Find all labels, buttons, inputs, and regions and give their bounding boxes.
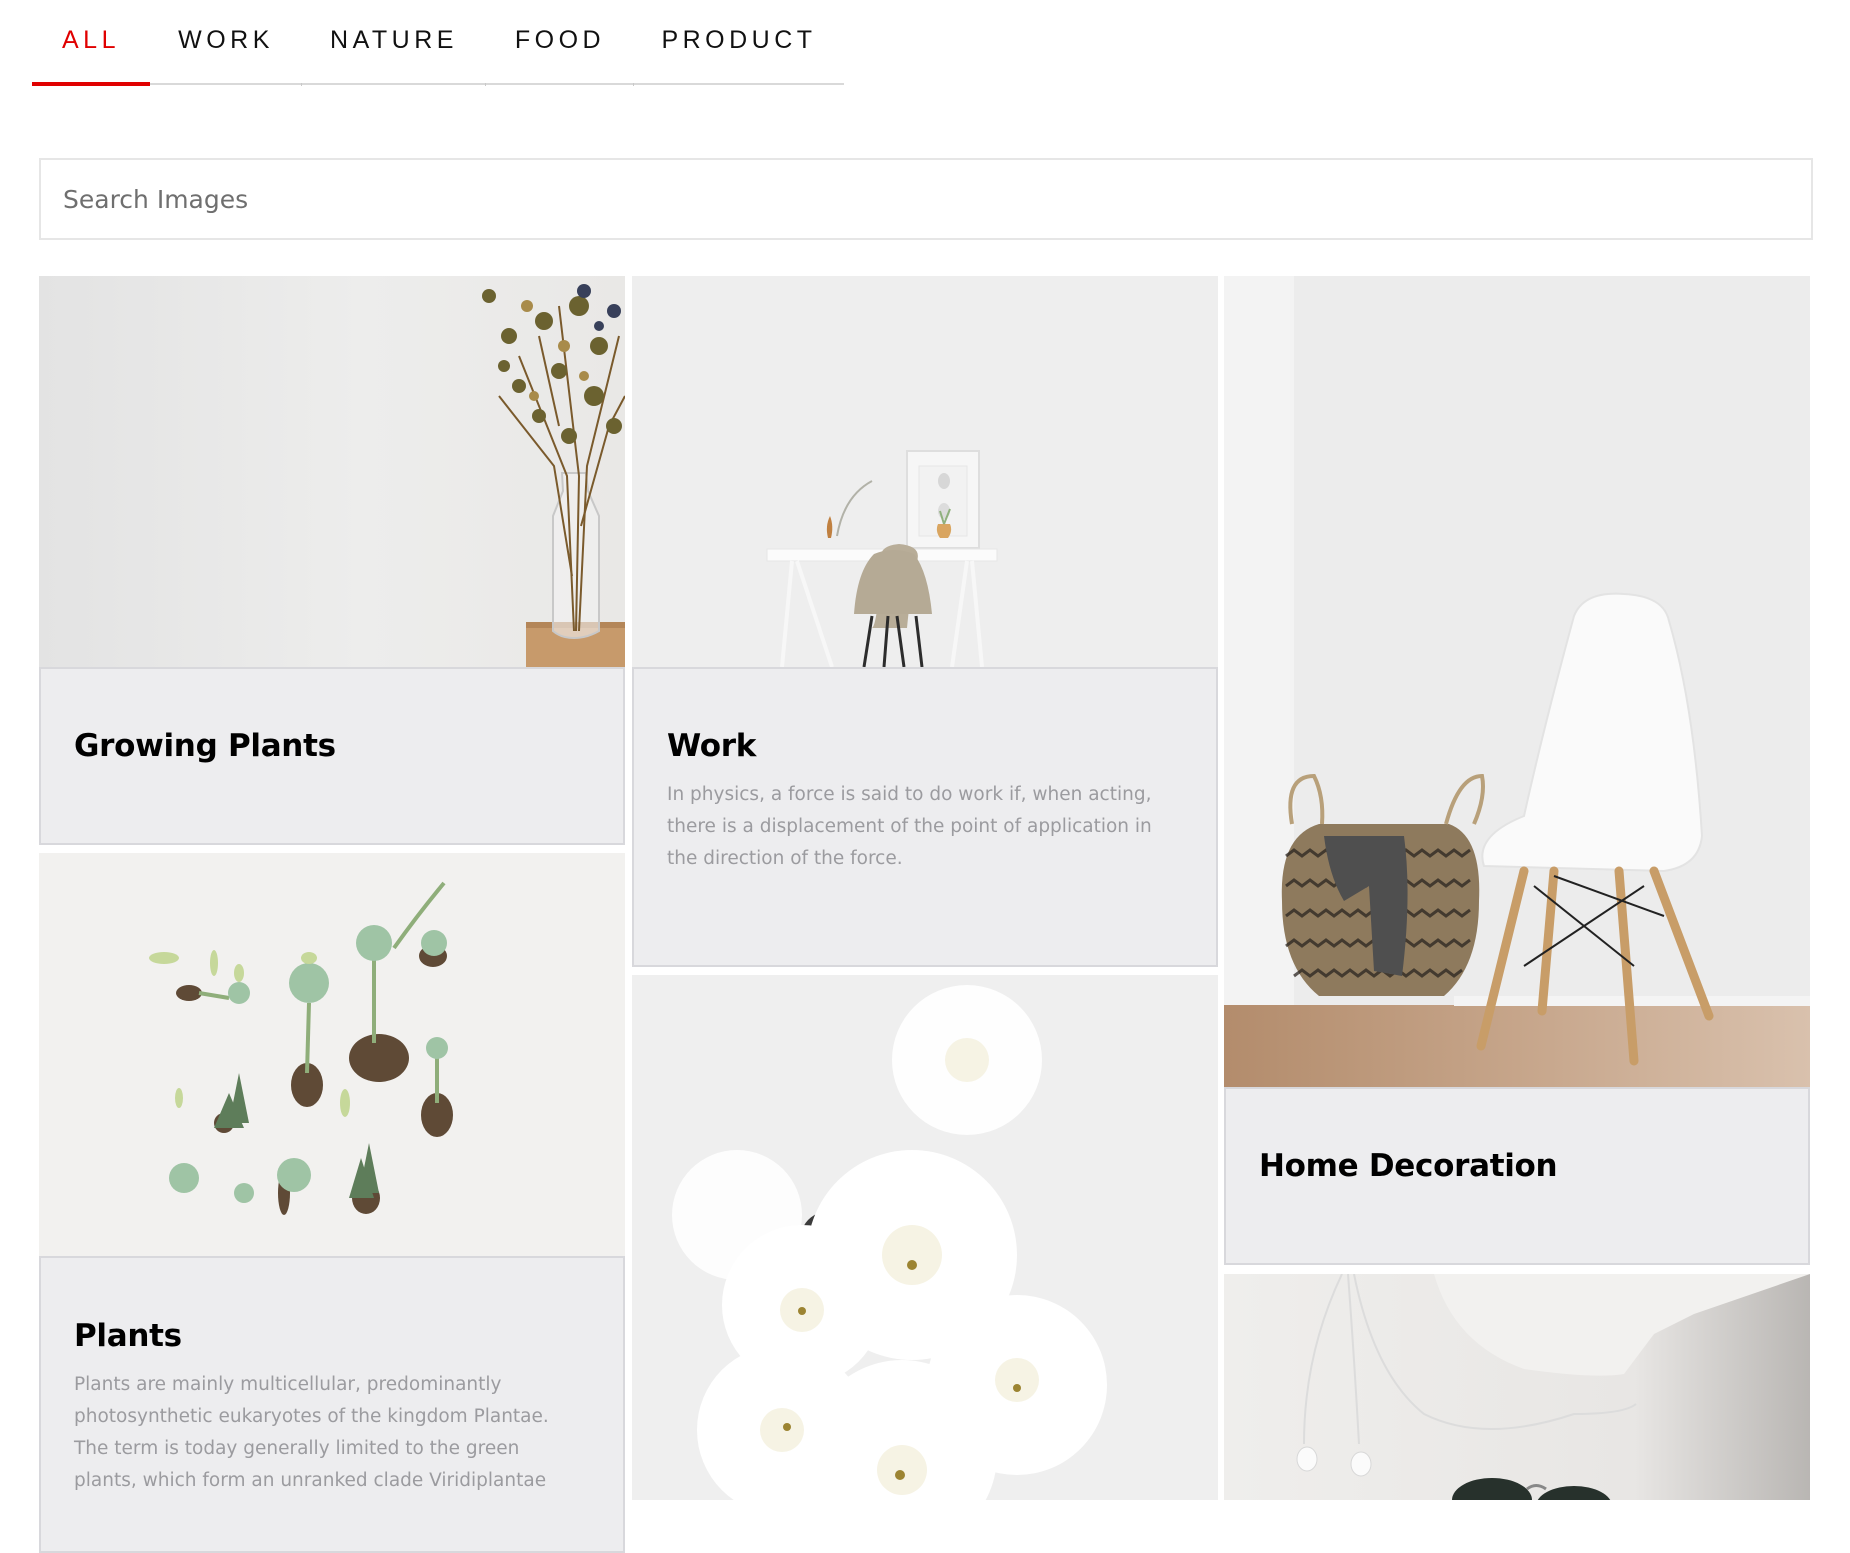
active-tab-indicator: [32, 82, 150, 86]
dried-flowers-image: [39, 276, 625, 667]
card-image-succulents[interactable]: [39, 853, 625, 1256]
gallery-card[interactable]: [632, 975, 1218, 1500]
card-title: Growing Plants: [74, 728, 336, 764]
tab-label: NATURE: [330, 26, 458, 54]
tab-label: PRODUCT: [661, 26, 817, 54]
gallery-card[interactable]: Work In physics, a force is said to do w…: [632, 276, 1218, 967]
card-image-earphones[interactable]: [1224, 1274, 1810, 1500]
tab-work[interactable]: WORK: [150, 0, 302, 86]
card-description: In physics, a force is said to do work i…: [667, 784, 1152, 869]
basket-chair-image: [1224, 276, 1810, 1087]
gallery-card[interactable]: [1224, 1274, 1810, 1500]
white-flowers-image: [632, 975, 1218, 1500]
tab-food[interactable]: FOOD: [486, 0, 634, 86]
tab-product[interactable]: PRODUCT: [634, 0, 844, 86]
search-input[interactable]: [41, 160, 1811, 238]
tab-label: FOOD: [514, 26, 606, 54]
search-box: [39, 158, 1813, 240]
card-body: Plants Plants are mainly multicellular, …: [39, 1256, 625, 1553]
tab-nature[interactable]: NATURE: [302, 0, 486, 86]
card-image-dried-flowers[interactable]: [39, 276, 625, 667]
gallery-card[interactable]: Home Decoration: [1224, 276, 1810, 1265]
tab-label: ALL: [62, 26, 120, 54]
card-body: Work In physics, a force is said to do w…: [632, 667, 1218, 967]
card-title: Plants: [74, 1318, 182, 1354]
gallery-card[interactable]: Growing Plants: [39, 276, 625, 845]
card-title: Work: [667, 728, 757, 764]
category-tabs: ALL WORK NATURE FOOD PRODUCT: [32, 0, 844, 86]
card-image-basket-chair[interactable]: [1224, 276, 1810, 1087]
earphones-sunglasses-image: [1224, 1274, 1810, 1500]
tab-label: WORK: [178, 26, 274, 54]
succulents-image: [39, 853, 625, 1256]
card-image-desk[interactable]: [632, 276, 1218, 667]
card-body: Growing Plants: [39, 667, 625, 845]
desk-image: [632, 276, 1218, 667]
card-image-flowers[interactable]: [632, 975, 1218, 1500]
tab-all[interactable]: ALL: [32, 0, 150, 86]
card-title: Home Decoration: [1259, 1148, 1558, 1184]
gallery-card[interactable]: Plants Plants are mainly multicellular, …: [39, 853, 625, 1553]
card-body: Home Decoration: [1224, 1087, 1810, 1265]
card-description: Plants are mainly multicellular, predomi…: [74, 1374, 549, 1491]
